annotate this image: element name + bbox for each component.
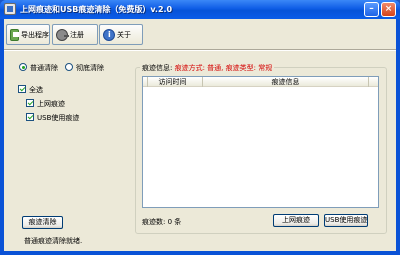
title-bar[interactable]: 上网痕迹和USB痕迹清除（免费版）v.2.0 – × xyxy=(0,0,400,19)
net-traces-checkbox[interactable] xyxy=(26,99,34,107)
close-button[interactable]: × xyxy=(381,2,396,17)
about-label: 关于 xyxy=(117,30,131,39)
column-trace-info[interactable]: 痕迹信息 xyxy=(203,77,369,87)
trace-info-title: 痕迹信息: 痕迹方式: 普通, 痕迹类型: 常规 xyxy=(140,63,275,73)
thorough-clear-radio[interactable] xyxy=(65,63,73,71)
export-icon xyxy=(10,28,19,41)
export-program-label: 导出程序 xyxy=(21,30,49,39)
thorough-clear-label: 彻底清除 xyxy=(76,64,104,72)
trace-list-header: 访问时间 痕迹信息 xyxy=(143,77,378,87)
about-button[interactable]: 关于 xyxy=(99,24,143,45)
clear-traces-button[interactable]: 痕迹清除 xyxy=(22,216,63,229)
normal-clear-radio[interactable] xyxy=(19,63,27,71)
window-title: 上网痕迹和USB痕迹清除（免费版）v.2.0 xyxy=(20,5,173,14)
normal-clear-label: 普通清除 xyxy=(30,64,58,72)
net-traces-button[interactable]: 上网痕迹 xyxy=(273,214,319,227)
client-area: 导出程序 注册 关于 普通清除 彻底清除 全选 上网痕迹 USB使用痕迹 痕迹信… xyxy=(4,19,396,251)
app-window: 上网痕迹和USB痕迹清除（免费版）v.2.0 – × 导出程序 注册 关于 普通… xyxy=(0,0,400,255)
key-icon xyxy=(56,28,69,41)
register-button[interactable]: 注册 xyxy=(52,24,98,45)
toolbar-divider xyxy=(4,49,396,51)
status-text: 普通痕迹清除就绪. xyxy=(24,237,83,245)
app-icon xyxy=(4,3,16,15)
trace-info-prefix: 痕迹信息: xyxy=(142,64,173,72)
usb-traces-label: USB使用痕迹 xyxy=(37,114,80,122)
minimize-button[interactable]: – xyxy=(364,2,379,17)
trace-info-detail: 痕迹方式: 普通, 痕迹类型: 常规 xyxy=(174,64,273,72)
trace-count-label: 痕迹数: 0 条 xyxy=(142,218,182,226)
net-traces-label: 上网痕迹 xyxy=(37,100,65,108)
trace-list[interactable]: 访问时间 痕迹信息 xyxy=(142,76,379,208)
column-access-time[interactable]: 访问时间 xyxy=(143,77,203,87)
usb-traces-checkbox[interactable] xyxy=(26,113,34,121)
usb-traces-button[interactable]: USB使用痕迹 xyxy=(324,214,368,227)
register-label: 注册 xyxy=(70,30,84,39)
select-all-label: 全选 xyxy=(29,86,43,94)
info-icon xyxy=(103,28,115,41)
select-all-checkbox[interactable] xyxy=(18,85,26,93)
export-program-button[interactable]: 导出程序 xyxy=(6,24,50,45)
